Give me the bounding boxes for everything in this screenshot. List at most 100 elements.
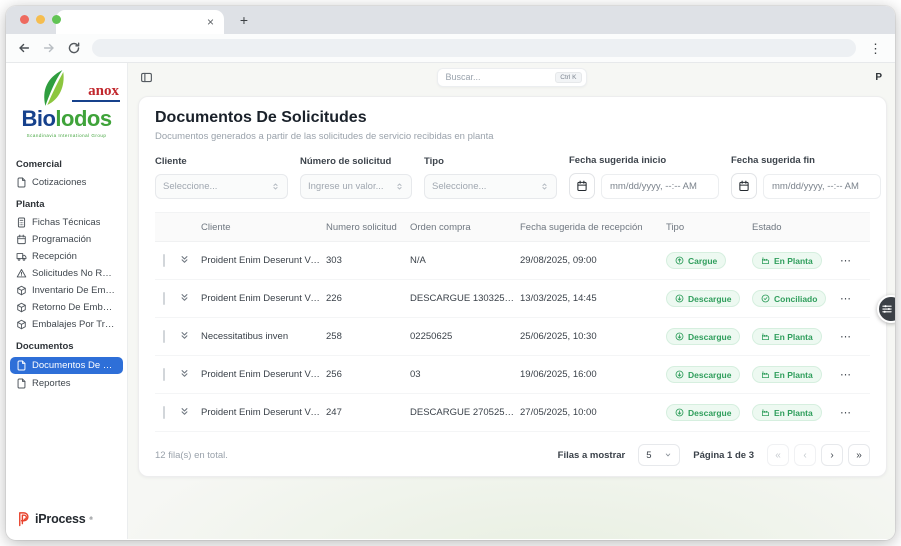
sidebar-item-inventario-de-embalajes[interactable]: Inventario De Embalajes [6,282,127,299]
sidebar-item-fichas-tecnicas[interactable]: Fichas Técnicas [6,214,127,231]
fecha-fin-calendar-button[interactable] [731,173,757,199]
rows-per-page-label: Filas a mostrar [558,450,626,461]
page-content: Documentos De Solicitudes Documentos gen… [128,91,895,539]
fecha-inicio-calendar-button[interactable] [569,173,595,199]
cell-numero-solicitud: 247 [322,407,406,418]
row-actions-button[interactable]: ⋯ [840,330,870,343]
row-actions-button[interactable]: ⋯ [840,368,870,381]
cell-cliente: Necessitatibus inven [197,331,322,342]
next-page-button[interactable]: › [821,444,843,466]
col-orden-compra: Orden compra [406,222,516,233]
sidebar-item-reportes[interactable]: Reportes [6,375,127,392]
browser-tab[interactable]: × [56,10,224,34]
forward-icon[interactable] [42,41,56,55]
sidebar-item-retorno-de-embalajes[interactable]: Retorno De Embalajes [6,299,127,316]
back-icon[interactable] [17,41,31,55]
expand-row-icon[interactable] [179,330,190,341]
cell-cliente: Proident Enim Deserunt Veniam [197,255,322,266]
expand-row-icon[interactable] [179,368,190,379]
row-checkbox[interactable] [163,292,165,305]
reload-icon[interactable] [67,41,81,55]
cell-orden-compra: 02250625 [406,331,516,342]
sidebar-item-cotizaciones[interactable]: Cotizaciones [6,174,127,191]
sidebar-item-solicitudes-no-recibidas[interactable]: Solicitudes No Recibidas [6,265,127,282]
table-row: Proident Enim Deserunt Veniam 303 N/A 29… [155,242,870,280]
section-comercial: Comercial [6,151,127,174]
previous-page-button[interactable]: ‹ [794,444,816,466]
first-page-button[interactable]: « [767,444,789,466]
sidebar-item-documentos-de-solicitudes[interactable]: Documentos De Solicit... [10,357,123,374]
col-fecha-recepcion: Fecha sugerida de recepción [516,222,662,233]
minimize-window-button[interactable] [36,15,45,24]
page-subtitle: Documentos generados a partir de las sol… [155,131,870,142]
sidebar-toggle-icon[interactable] [140,71,153,84]
cell-numero-solicitud: 226 [322,293,406,304]
col-cliente: Cliente [197,222,322,233]
cell-orden-compra: N/A [406,255,516,266]
cell-numero-solicitud: 256 [322,369,406,380]
file-icon [16,360,27,371]
anox-wordmark: anox [72,84,120,102]
package-icon [16,319,27,330]
cell-numero-solicitud: 303 [322,255,406,266]
address-bar[interactable] [92,39,856,57]
number-stepper-icon[interactable] [395,182,404,191]
sidebar-item-programacion[interactable]: Programación [6,231,127,248]
row-checkbox[interactable] [163,330,165,343]
maximize-window-button[interactable] [52,15,61,24]
row-actions-button[interactable]: ⋯ [840,254,870,267]
tipo-badge: Descargue [666,290,740,307]
sidebar-item-recepcion[interactable]: Recepción [6,248,127,265]
fecha-fin-input[interactable]: mm/dd/yyyy, --:-- AM [763,174,881,199]
expand-row-icon[interactable] [179,254,190,265]
filter-label-tipo: Tipo [424,156,557,167]
tipo-select[interactable]: Seleccione... [424,174,557,199]
table-row: Proident Enim Deserunt Veniam 256 03 19/… [155,356,870,394]
close-window-button[interactable] [20,15,29,24]
cell-numero-solicitud: 258 [322,331,406,342]
app-topbar: Buscar... Ctrl K P [128,63,895,91]
estado-badge: En Planta [752,328,822,345]
chevron-updown-icon [271,182,280,191]
row-checkbox[interactable] [163,368,165,381]
table-row: Proident Enim Deserunt Veniam 226 DESCAR… [155,280,870,318]
chevron-down-icon [664,451,672,459]
calendar-icon [16,234,27,245]
leaf-icon [36,69,68,107]
page-indicator: Página 1 de 3 [693,450,754,461]
sidebar: anox Biolodos Scandinavia International … [6,63,128,539]
numero-solicitud-input[interactable]: Ingrese un valor... [300,174,412,199]
filter-label-numero-solicitud: Número de solicitud [300,156,412,167]
new-tab-button[interactable]: + [234,12,254,28]
sidebar-item-embalajes-por-tratar[interactable]: Embalajes Por Tratar [6,316,127,333]
row-checkbox[interactable] [163,254,165,267]
expand-row-icon[interactable] [179,292,190,303]
row-actions-button[interactable]: ⋯ [840,406,870,419]
fecha-inicio-input[interactable]: mm/dd/yyyy, --:-- AM [601,174,719,199]
search-placeholder: Buscar... [446,72,481,82]
search-input[interactable]: Buscar... Ctrl K [437,68,587,87]
browser-menu-icon[interactable]: ⋮ [867,42,884,55]
rows-per-page-select[interactable]: 5 [638,444,680,466]
iprocess-p-icon [16,510,31,527]
tab-close-icon[interactable]: × [207,16,214,28]
page-title: Documentos De Solicitudes [155,109,870,127]
cell-cliente: Proident Enim Deserunt Veniam [197,407,322,418]
expand-row-icon[interactable] [179,406,190,417]
window-controls [20,15,61,24]
trademark-icon: ® [90,516,93,521]
arrow-down-circle-icon [675,408,684,417]
file-icon [16,378,27,389]
tipo-badge: Cargue [666,252,726,269]
col-tipo: Tipo [662,222,748,233]
last-page-button[interactable]: » [848,444,870,466]
row-actions-button[interactable]: ⋯ [840,292,870,305]
row-checkbox[interactable] [163,406,165,419]
iprocess-logo: iProcess® [6,502,127,533]
cell-fecha-recepcion: 25/06/2025, 10:30 [516,331,662,342]
cliente-select[interactable]: Seleccione... [155,174,288,199]
documents-table: Cliente Numero solicitud Orden compra Fe… [155,212,870,432]
avatar[interactable]: P [875,72,882,83]
calculator-icon [16,217,27,228]
main-area: Buscar... Ctrl K P Documentos De Solicit… [128,63,895,539]
